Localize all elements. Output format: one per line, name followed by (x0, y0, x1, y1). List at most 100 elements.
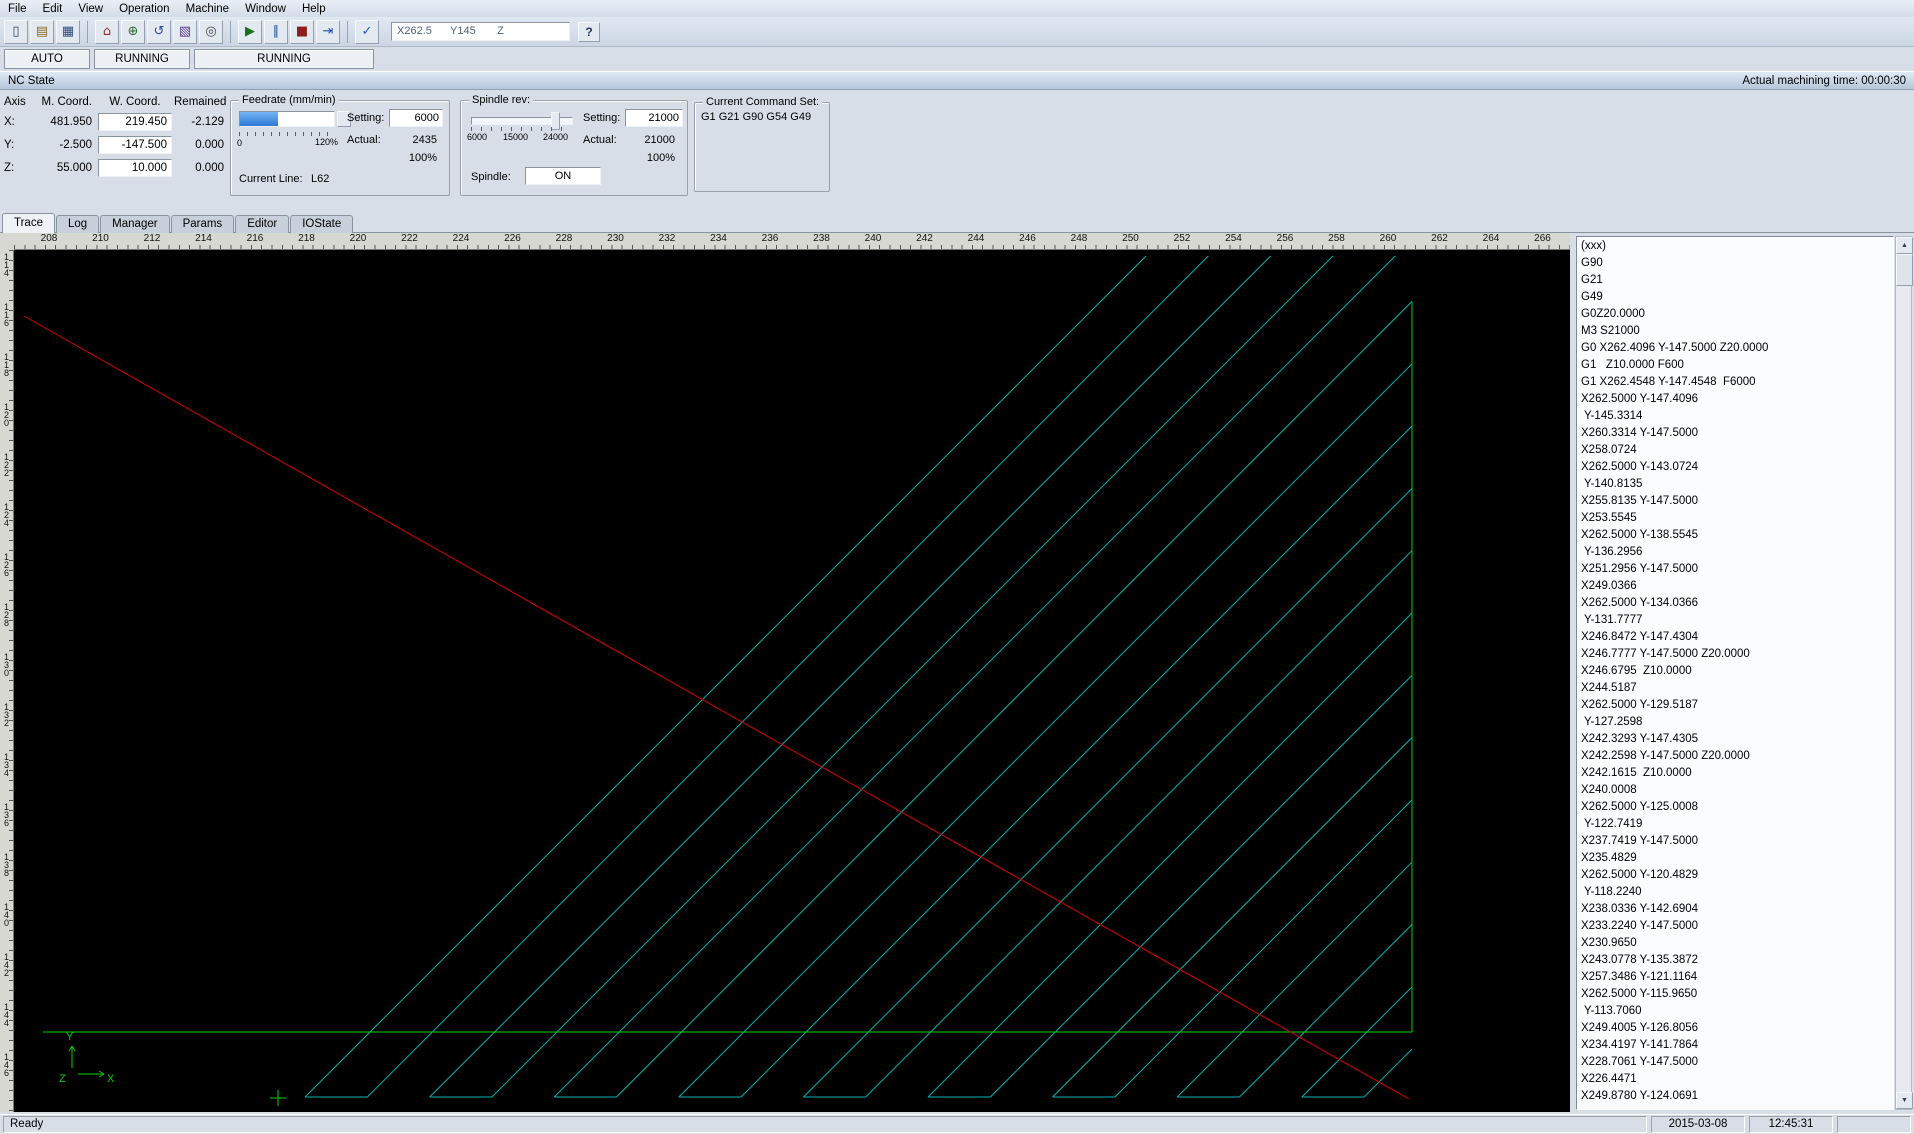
return-workpiece-origin-button[interactable]: ↺ (147, 19, 171, 44)
ruler-number: 224 (452, 233, 470, 244)
status-date: 2015-03-08 (1651, 1116, 1745, 1133)
scroll-up-arrow-icon[interactable]: ▲ (1896, 237, 1913, 254)
machine-coord-header: M. Coord. (41, 96, 93, 108)
tab-editor[interactable]: Editor (235, 215, 290, 233)
mode-bar: AUTO RUNNING RUNNING (4, 49, 374, 69)
gcode-line: (xxx) (1581, 240, 1606, 252)
tab-trace[interactable]: Trace (2, 213, 55, 233)
new-program-button[interactable]: ▯ (4, 19, 28, 44)
menu-file[interactable]: File (0, 2, 35, 16)
axis-x-label: X (107, 1073, 115, 1085)
pause-icon: ∥ (272, 24, 280, 39)
gcode-line: X233.2240 Y-147.5000 (1581, 920, 1699, 932)
feedrate-scale-zero: 0 (237, 138, 243, 148)
spindle-actual-value: 21000 (644, 134, 675, 146)
pause-button[interactable]: ∥ (264, 19, 288, 44)
menu-edit[interactable]: Edit (35, 2, 71, 16)
toolpath-hatch-line (803, 488, 1413, 1098)
toolpath-trace-view[interactable]: Y Z X (14, 250, 1570, 1112)
current-line-label: Current Line: (239, 173, 303, 185)
gcode-line: X262.5000 Y-125.0008 (1581, 801, 1699, 813)
ruler-number: 226 (504, 233, 521, 244)
spindle-scale-ticks (471, 127, 571, 131)
spindle-setting-field[interactable]: 21000 (625, 109, 683, 127)
set-work-origin-button[interactable]: ⊕ (121, 19, 145, 44)
toolpath-hatch-line (1052, 737, 1413, 1098)
scroll-down-arrow-icon[interactable]: ▼ (1896, 1092, 1913, 1109)
ruler-number: 1 3 0 (3, 652, 9, 678)
gcode-line: X262.5000 Y-143.0724 (1581, 461, 1699, 473)
open-program-button[interactable]: ▤ (30, 19, 54, 44)
gcode-line: X262.5000 Y-138.5545 (1581, 529, 1699, 541)
spindle-actual-label: Actual: (583, 134, 617, 146)
gcode-line: X230.9650 (1581, 937, 1637, 949)
menu-view[interactable]: View (70, 2, 111, 16)
work-coord-y: -147.500 (98, 136, 172, 154)
menu-window[interactable]: Window (237, 2, 294, 16)
ruler-number: 1 2 4 (3, 502, 9, 528)
toolbar-icons: ▯ ▤ ▦ ⌂ ⊕ ↺ ▧ ◎ ▶ ∥ ■ ⇥ ✓ (4, 19, 379, 44)
stop-button[interactable]: ■ (290, 19, 314, 44)
ruler-number: 242 (916, 233, 933, 244)
verify-button[interactable]: ✓ (355, 19, 379, 44)
menu-help[interactable]: Help (294, 2, 334, 16)
tab-iostate[interactable]: IOState (290, 215, 354, 233)
ruler-number: 230 (607, 233, 624, 244)
work-coord-header: W. Coord. (109, 96, 161, 108)
toolpath-hatch-line (865, 550, 1413, 1098)
tab-params[interactable]: Params (170, 215, 235, 233)
menu-machine[interactable]: Machine (178, 2, 237, 16)
scrollbar-thumb[interactable] (1896, 254, 1913, 286)
simulate-button[interactable]: ▧ (173, 19, 197, 44)
gcode-line: X262.5000 Y-147.4096 (1581, 393, 1699, 405)
feedrate-scale-max: 120% (315, 137, 339, 147)
gcode-line: Y-127.2598 (1581, 716, 1643, 728)
handwheel-icon: ◎ (205, 24, 217, 39)
gcode-scrollbar[interactable]: ▲ ▼ (1895, 236, 1913, 1110)
ruler-number: 1 1 4 (3, 252, 9, 278)
gcode-line: X228.7061 Y-147.5000 (1581, 1056, 1699, 1068)
set-work-origin-icon: ⊕ (127, 24, 139, 39)
ruler-number: 1 2 8 (3, 602, 9, 628)
axis-z-label: Z (59, 1073, 66, 1085)
feedrate-setting-field[interactable]: 6000 (389, 109, 443, 127)
ruler-number: 238 (813, 233, 830, 244)
ruler-number: 218 (298, 233, 315, 244)
axis-y-label: Y (66, 1031, 74, 1043)
gcode-line: X249.4005 Y-126.8056 (1581, 1022, 1699, 1034)
gcode-line: X262.5000 Y-115.9650 (1581, 988, 1698, 1000)
handwheel-button[interactable]: ◎ (199, 19, 223, 44)
gcode-line: G0Z20.0000 (1581, 308, 1645, 320)
resume-breakpoint-icon: ⇥ (322, 24, 334, 39)
gcode-line: Y-140.8135 (1581, 478, 1643, 490)
feedrate-progress-bar (239, 111, 335, 127)
tab-log[interactable]: Log (55, 215, 100, 233)
ruler-number: 252 (1173, 233, 1191, 244)
ruler-number: 240 (864, 233, 882, 244)
ruler-number: 246 (1019, 233, 1036, 244)
start-button[interactable]: ▶ (238, 19, 262, 44)
back-to-machine-origin-button[interactable]: ⌂ (95, 19, 119, 44)
rapid-move-line (23, 315, 1410, 1100)
save-program-button[interactable]: ▦ (56, 19, 80, 44)
spindle-tick-mid: 15000 (503, 132, 529, 142)
toolpath-hatch-line (304, 255, 1147, 1098)
status-bar: Ready 2015-03-08 12:45:31 (0, 1114, 1914, 1134)
ruler-number: 248 (1070, 233, 1088, 244)
spindle-tick-max: 24000 (543, 132, 569, 142)
help-button[interactable]: ? (578, 21, 600, 42)
tab-manager[interactable]: Manager (100, 215, 170, 233)
mode-indicator-auto[interactable]: AUTO (4, 49, 90, 69)
gcode-line: X262.5000 Y-120.4829 (1581, 869, 1699, 881)
gcode-line: X249.8780 Y-124.0691 (1581, 1090, 1699, 1102)
ruler-number: 1 4 2 (3, 952, 9, 978)
resume-breakpoint-button[interactable]: ⇥ (316, 19, 340, 44)
verify-icon: ✓ (361, 24, 373, 39)
menu-operation[interactable]: Operation (111, 2, 178, 16)
horizontal-ruler: 208 210 212 214 216 218 220 222 224 226 228 230 232 2… (14, 233, 1570, 250)
command-set-value: G1 G21 G90 G54 G49 (701, 111, 812, 123)
feedrate-actual-label: Actual: (347, 134, 381, 146)
toolpath-hatch-line (491, 255, 1334, 1098)
gcode-line: X244.5187 (1581, 682, 1637, 694)
toolpath-hatch-line (1301, 986, 1413, 1098)
